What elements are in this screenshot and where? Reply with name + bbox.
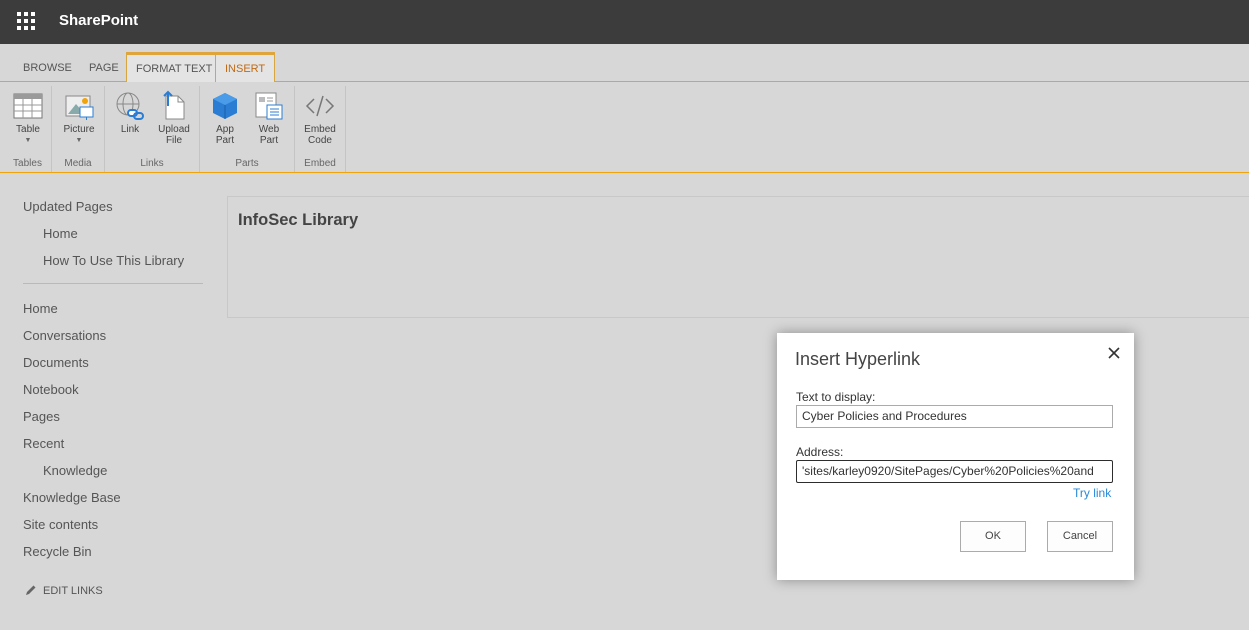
embed-code-icon — [304, 90, 336, 122]
text-to-display-label: Text to display: — [796, 390, 876, 404]
picture-button[interactable]: Picture ▼ — [62, 90, 96, 146]
picture-button-label: Picture — [63, 124, 95, 135]
link-button[interactable]: Link — [114, 90, 146, 135]
upload-file-icon — [158, 90, 190, 122]
try-link[interactable]: Try link — [1073, 486, 1111, 500]
group-parts: App Part Web Part Parts — [200, 86, 295, 172]
group-media: Picture ▼ Media — [52, 86, 105, 172]
nav-pages[interactable]: Pages — [23, 409, 60, 424]
content-web-part[interactable]: InfoSec Library — [227, 196, 1249, 318]
upload-file-label-2: File — [165, 135, 183, 146]
nav-updated-how-to[interactable]: How To Use This Library — [43, 253, 184, 268]
table-icon — [12, 90, 44, 122]
upload-file-button[interactable]: Upload File — [155, 90, 193, 146]
nav-updated-pages[interactable]: Updated Pages — [23, 199, 113, 214]
upload-file-label-1: Upload — [158, 124, 190, 135]
close-icon[interactable] — [1107, 346, 1121, 360]
tab-browse[interactable]: BROWSE — [23, 62, 72, 74]
nav-site-contents[interactable]: Site contents — [23, 517, 98, 532]
nav-divider — [23, 283, 203, 284]
insert-hyperlink-dialog: Insert Hyperlink Text to display: Cyber … — [777, 333, 1134, 580]
group-label-tables: Tables — [13, 158, 42, 169]
tab-page[interactable]: PAGE — [89, 62, 119, 74]
embed-code-label-2: Code — [308, 135, 332, 146]
nav-documents[interactable]: Documents — [23, 355, 89, 370]
nav-home[interactable]: Home — [23, 301, 58, 316]
web-part-icon — [253, 90, 285, 122]
link-button-label: Link — [120, 124, 140, 135]
text-to-display-field[interactable]: Cyber Policies and Procedures — [796, 405, 1113, 428]
table-button[interactable]: Table ▼ — [12, 90, 44, 146]
edit-links-label: EDIT LINKS — [43, 585, 103, 597]
nav-recent[interactable]: Recent — [23, 436, 64, 451]
link-icon — [114, 90, 146, 122]
web-part-label-1: Web — [258, 124, 280, 135]
app-part-button[interactable]: App Part — [209, 90, 241, 146]
group-links: Link Upload File Links — [105, 86, 200, 172]
ok-button[interactable]: OK — [960, 521, 1026, 552]
tab-format-text[interactable]: FORMAT TEXT — [126, 52, 223, 82]
suite-bar: SharePoint — [0, 0, 1249, 44]
app-part-label-2: Part — [215, 135, 235, 146]
edit-links-button[interactable]: EDIT LINKS — [25, 584, 103, 597]
embed-code-label-1: Embed — [304, 124, 336, 135]
group-label-embed: Embed — [304, 158, 336, 169]
ribbon-body: Table ▼ Tables Picture ▼ Media Link Uplo… — [0, 82, 1249, 173]
picture-icon — [63, 90, 95, 122]
group-tables: Table ▼ Tables — [4, 86, 52, 172]
cancel-button[interactable]: Cancel — [1047, 521, 1113, 552]
group-embed: Embed Code Embed — [295, 86, 346, 172]
nav-notebook[interactable]: Notebook — [23, 382, 79, 397]
group-label-parts: Parts — [235, 158, 259, 169]
app-part-label-1: App — [216, 124, 234, 135]
dialog-title: Insert Hyperlink — [795, 349, 921, 369]
address-field[interactable]: 'sites/karley0920/SitePages/Cyber%20Poli… — [796, 460, 1113, 483]
web-part-button[interactable]: Web Part — [252, 90, 286, 146]
nav-knowledge-base[interactable]: Knowledge Base — [23, 490, 121, 505]
nav-updated-home[interactable]: Home — [43, 226, 78, 241]
embed-code-button[interactable]: Embed Code — [303, 90, 337, 146]
address-label: Address: — [796, 445, 844, 459]
table-button-label: Table — [16, 124, 40, 135]
page-title: InfoSec Library — [238, 211, 359, 229]
pencil-icon — [26, 585, 36, 595]
ribbon-tabs: BROWSE PAGE FORMAT TEXT INSERT — [0, 44, 1249, 82]
waffle-icon[interactable] — [17, 12, 37, 32]
web-part-label-2: Part — [259, 135, 279, 146]
chevron-down-icon: ▼ — [24, 137, 32, 144]
nav-knowledge[interactable]: Knowledge — [43, 463, 107, 478]
nav-conversations[interactable]: Conversations — [23, 328, 106, 343]
tab-insert[interactable]: INSERT — [215, 52, 276, 82]
chevron-down-icon: ▼ — [75, 137, 83, 144]
brand-title[interactable]: SharePoint — [59, 12, 138, 29]
app-part-icon — [209, 90, 241, 122]
group-label-media: Media — [64, 158, 92, 169]
group-label-links: Links — [140, 158, 164, 169]
nav-recycle-bin[interactable]: Recycle Bin — [23, 544, 92, 559]
